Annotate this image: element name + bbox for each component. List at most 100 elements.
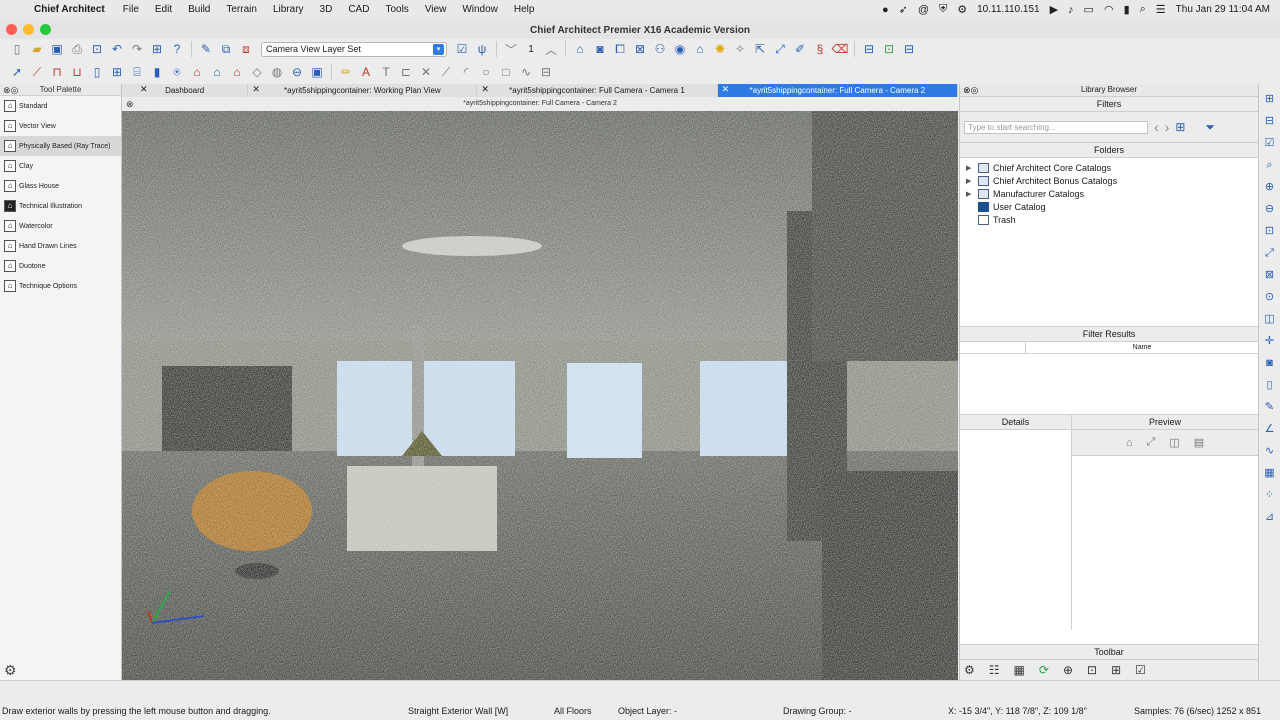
minimize-button[interactable] — [23, 24, 34, 35]
curve-icon[interactable]: ∿ — [1265, 442, 1274, 460]
orbit-icon[interactable]: ◫ — [1264, 310, 1274, 328]
palette-item-technique-options[interactable]: ⌂ Technique Options — [0, 276, 121, 296]
window-icon[interactable]: ▭ — [1084, 3, 1094, 16]
cross-section-icon[interactable]: ⊠ — [631, 40, 649, 58]
tab-close-icon[interactable]: ✕ — [140, 84, 148, 95]
back-icon[interactable]: ‹ — [1154, 119, 1159, 135]
zoom-out-icon[interactable]: ⊖ — [1265, 200, 1274, 218]
dots-icon[interactable]: ⁘ — [1265, 486, 1274, 504]
network-icon[interactable]: ⚙ — [957, 3, 967, 16]
search-icon[interactable]: ⌕ — [1266, 156, 1272, 174]
select-arrow-icon[interactable]: ➚ — [8, 63, 26, 81]
volume-icon[interactable]: ♪ — [1068, 4, 1074, 16]
floor-up-icon[interactable]: ︿ — [542, 40, 560, 58]
palette-item-duotone[interactable]: ⌂ Duotone — [0, 256, 121, 276]
list-icon[interactable]: ☷ — [989, 663, 1000, 677]
preview-house-icon[interactable]: ⌂ — [1126, 437, 1133, 449]
preferences-icon[interactable]: ⊞ — [148, 40, 166, 58]
folder-trash[interactable]: Trash — [960, 213, 1258, 226]
catalog-icon[interactable]: ⊞ — [1175, 120, 1185, 134]
fill-window-icon[interactable]: ⤢ — [1265, 244, 1274, 262]
palette-item-clay[interactable]: ⌂ Clay — [0, 156, 121, 176]
cabinet-tool-icon[interactable]: ⊔ — [68, 63, 86, 81]
render-viewport[interactable] — [122, 111, 958, 680]
zoom-in-icon[interactable]: ⊕ — [1265, 178, 1274, 196]
app-menu[interactable]: Chief Architect — [24, 4, 115, 15]
settings-gear-icon[interactable]: ⚙ — [4, 662, 17, 679]
text-cursor-icon[interactable]: T — [377, 63, 395, 81]
eraser-icon[interactable]: ⌫ — [831, 40, 849, 58]
layout-icon[interactable]: ⧉ — [217, 40, 235, 58]
refresh-icon[interactable]: ⊙ — [1265, 288, 1274, 306]
slab-tool-icon[interactable]: ◇ — [248, 63, 266, 81]
menu-edit[interactable]: Edit — [147, 4, 180, 15]
globe-icon[interactable]: ⊕ — [1063, 663, 1073, 677]
image-export-icon[interactable]: ⊡ — [880, 40, 898, 58]
palette-item-glass-house[interactable]: ⌂ Glass House — [0, 176, 121, 196]
close-icon[interactable]: ⊗◎ — [3, 84, 18, 96]
control-center-icon[interactable]: ☰ — [1156, 3, 1166, 16]
layer-set-select[interactable]: Camera View Layer Set ▾ — [261, 41, 447, 57]
menu-file[interactable]: File — [115, 4, 147, 15]
pencil-icon[interactable]: ✎ — [1265, 398, 1274, 416]
pdf-icon[interactable]: ⧈ — [237, 40, 255, 58]
menu-view[interactable]: View — [417, 4, 455, 15]
print-icon[interactable]: ⎙ — [68, 40, 86, 58]
edit-object-icon[interactable]: ✎ — [197, 40, 215, 58]
menu-3d[interactable]: 3D — [312, 4, 341, 15]
fork-icon[interactable]: ψ — [473, 40, 491, 58]
preview-render-icon[interactable]: ◫ — [1169, 436, 1179, 449]
render-icon[interactable]: ◉ — [671, 40, 689, 58]
redo-icon[interactable]: ↷ — [128, 40, 146, 58]
sun-icon[interactable]: ✺ — [711, 40, 729, 58]
fit-icon[interactable]: ⊠ — [1265, 266, 1274, 284]
open-folder-icon[interactable]: ▰ — [28, 40, 46, 58]
library-search-input[interactable]: Type to start searching... — [964, 120, 1148, 134]
material-icon[interactable]: § — [811, 40, 829, 58]
zoom-box-icon[interactable]: ⊡ — [1265, 222, 1274, 240]
line-tool-icon[interactable]: ✕ — [417, 63, 435, 81]
check-icon[interactable]: ☑ — [1135, 663, 1146, 677]
camera-house-icon[interactable]: ⌂ — [571, 40, 589, 58]
layout-icon[interactable]: ⊞ — [1265, 90, 1274, 108]
image-tool-icon[interactable]: ⊟ — [537, 63, 555, 81]
battery-icon[interactable]: ▮ — [1124, 3, 1130, 16]
library-icon[interactable]: ⊟ — [1265, 112, 1274, 130]
room-tool-icon[interactable]: ⊓ — [48, 63, 66, 81]
tab-close-icon[interactable]: ✕ — [722, 84, 730, 95]
full-camera-icon[interactable]: ⌂ — [691, 40, 709, 58]
wifi-icon[interactable]: ◠ — [1104, 3, 1114, 16]
rocket-icon[interactable]: ➶ — [899, 3, 908, 16]
close-button[interactable] — [6, 24, 17, 35]
refresh-icon[interactable]: ⟳ — [1039, 663, 1049, 677]
menu-library[interactable]: Library — [265, 4, 312, 15]
library-tool-icon[interactable]: ⊖ — [288, 63, 306, 81]
light-icon[interactable]: ✧ — [731, 40, 749, 58]
close-icon[interactable]: ⊗ — [126, 97, 134, 111]
play-icon[interactable]: ▶ — [1050, 3, 1058, 16]
shield-icon[interactable]: ⛨ — [939, 3, 947, 16]
folder-manufacturer-catalogs[interactable]: ▶ Manufacturer Catalogs — [960, 187, 1258, 200]
spline-tool-icon[interactable]: ∿ — [517, 63, 535, 81]
settings-gear-icon[interactable]: ⚙ — [964, 663, 975, 677]
help-icon[interactable]: ? — [168, 40, 186, 58]
search-icon[interactable]: ⌕ — [1140, 3, 1146, 16]
menu-terrain[interactable]: Terrain — [218, 4, 265, 15]
name-column[interactable]: Name — [1026, 342, 1258, 353]
clock[interactable]: Thu Jan 29 11:04 AM — [1176, 4, 1270, 15]
undo-icon[interactable]: ↶ — [108, 40, 126, 58]
palette-item-hand-drawn-lines[interactable]: ⌂ Hand Drawn Lines — [0, 236, 121, 256]
polyline-tool-icon[interactable]: ⟋ — [437, 63, 455, 81]
expand-icon[interactable]: ▶ — [966, 164, 978, 172]
tab-working-plan[interactable]: ✕ *ayrit5shippingcontainer: Working Plan… — [248, 84, 478, 97]
grid-icon[interactable]: ▦ — [1014, 663, 1025, 677]
stairs-tool-icon[interactable]: ⌸ — [128, 63, 146, 81]
text-box-tool-icon[interactable]: ▣ — [308, 63, 326, 81]
window-tool-icon[interactable]: ⊞ — [108, 63, 126, 81]
filter-icon[interactable]: ⏷ — [1205, 120, 1215, 135]
palette-item-standard[interactable]: ⌂ Standard — [0, 96, 121, 116]
preview-fit-icon[interactable]: ⤢ — [1147, 436, 1156, 449]
camera-icon[interactable]: ◙ — [591, 40, 609, 58]
folder-core-catalogs[interactable]: ▶ Chief Architect Core Catalogs — [960, 161, 1258, 174]
camera-icon[interactable]: ◙ — [1266, 354, 1273, 372]
